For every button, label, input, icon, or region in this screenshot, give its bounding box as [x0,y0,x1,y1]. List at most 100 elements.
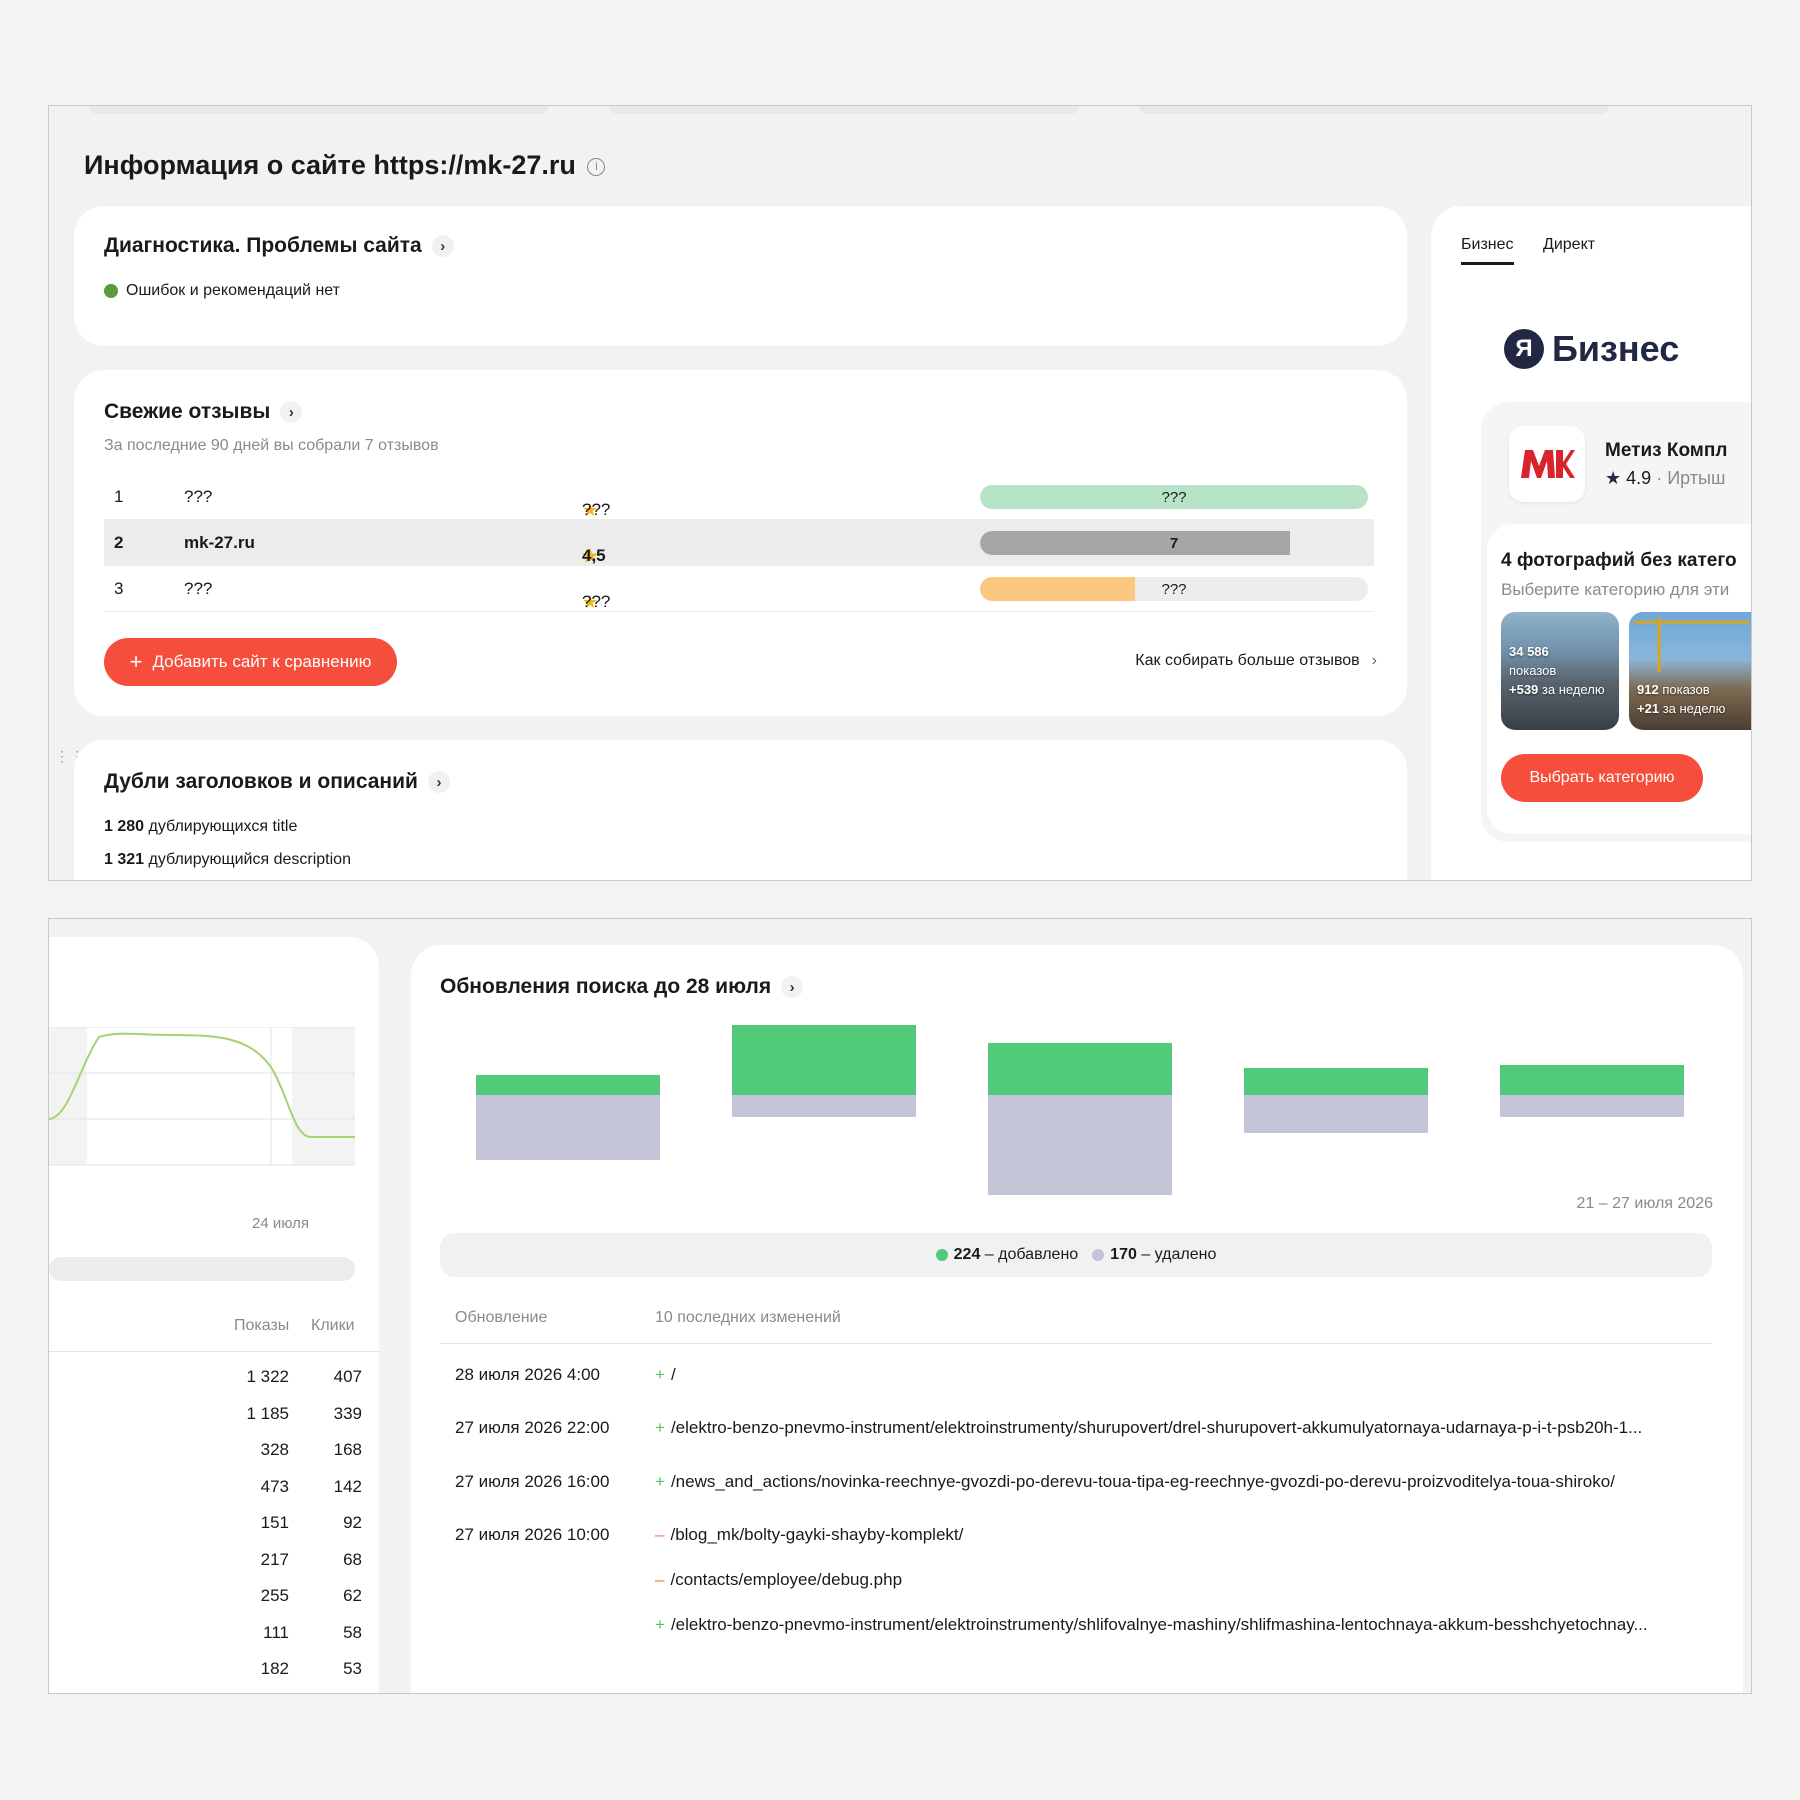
review-count: ??? [1161,489,1187,506]
col-update-header: Обновление [455,1309,548,1326]
change-sign: + [655,1418,665,1437]
change-item[interactable]: + /elektro-benzo-pnevmo-instrument/elektr… [655,1418,1642,1438]
added-count: 224 [953,1246,981,1263]
status-dot-icon [104,283,118,298]
site-name: ??? [184,487,213,506]
chevron-right-icon[interactable]: › [280,401,303,424]
change-item[interactable]: + /elektro-benzo-pnevmo-instrument/elektr… [655,1615,1648,1635]
clicks-value: 68 [343,1549,362,1569]
duplicates-card: Дубли заголовков и описаний › 1 280 дубли… [74,740,1407,880]
clicks-value: 142 [333,1476,362,1496]
company-name[interactable]: Метиз Компл [1605,440,1727,462]
rating-value: 4,5 [582,546,606,565]
clicks-value: 53 [343,1659,362,1678]
chevron-right-icon[interactable]: › [431,235,454,258]
change-path: / [670,1365,676,1384]
traffic-card: 24 июля Показы Клики 1 322 407 1 185 339 328… [49,937,379,1693]
review-bar: 7 [980,531,1368,555]
photos-subtitle: Выберите категорию для эти [1501,580,1730,599]
bar-removed[interactable] [1500,1095,1684,1117]
col-changes-header: 10 последних изменений [655,1309,841,1326]
bar-removed[interactable] [732,1095,916,1117]
choose-category-button[interactable]: Выбрать категорию [1501,754,1703,802]
photo-shows-label: показов [1509,663,1557,678]
change-path: /news_and_actions/novinka-reechnye-gvozd… [670,1472,1615,1491]
bar-removed[interactable] [476,1095,660,1160]
clicks-value: 58 [343,1622,362,1642]
photos-title: 4 фотографий без катего [1501,550,1737,571]
chevron-right-icon[interactable]: › [781,976,804,999]
shows-value: 182 [260,1659,289,1678]
more-reviews-link[interactable]: Как собирать больше отзывов › [1135,652,1377,670]
bar-added[interactable] [1244,1068,1428,1095]
chart-weekend-band [49,1027,87,1165]
change-item[interactable]: –/blog_mk/bolty-gayki-shayby-komplekt/ [655,1525,963,1545]
logo-letter: Я [1515,335,1533,362]
table-row: 1 ??? ★ ??? ??? [104,474,1374,520]
shows-value: 255 [260,1586,289,1605]
choose-category-label: Выбрать категорию [1529,769,1675,786]
photo-thumbnail[interactable]: 912 показов +21 за неделю [1629,612,1751,730]
review-count: ??? [1161,581,1187,598]
more-reviews-text: Как собирать больше отзывов [1135,652,1360,669]
duplicate-desc-label: дублирующийся description [148,851,351,868]
removed-dot-icon [1092,1249,1105,1261]
rank: 2 [114,533,124,552]
search-updates-title[interactable]: Обновления поиска до 28 июля › [440,975,804,999]
ghost-tab [1139,106,1609,114]
bar-added[interactable] [1500,1065,1684,1095]
review-bar: ??? [980,577,1368,601]
reviews-subtitle: За последние 90 дней вы собрали 7 отзыво… [104,437,439,454]
bar-removed[interactable] [988,1095,1172,1195]
col-shows-header: Показы [234,1317,290,1334]
divider [49,1351,379,1352]
clicks-value: 62 [343,1586,362,1605]
shows-value: 217 [260,1549,289,1569]
photo-stats: 912 показов +21 за неделю [1637,680,1725,718]
shows-value: 328 [260,1440,289,1459]
tab-business[interactable]: Бизнес [1461,236,1514,265]
bar-added[interactable] [732,1025,916,1095]
company-rating: ★ 4.9 · Иртыш [1605,468,1726,488]
search-updates-card: Обновления поиска до 28 июля › 21 – 27 ию… [411,945,1743,1693]
update-date: 27 июля 2026 22:00 [455,1418,610,1437]
ghost-tab [89,106,549,114]
rating-value: ??? [582,500,611,519]
tab-direct[interactable]: Директ [1543,236,1595,254]
photo-shows-label: показов [1662,682,1710,697]
chart-period: 21 – 27 июля 2026 [1576,1195,1713,1212]
change-item[interactable]: + / [655,1365,676,1385]
chevron-right-icon: › [1371,652,1377,669]
duplicate-desc-stat: 1 321 дублирующийся description [104,851,351,869]
bar-added[interactable] [988,1043,1172,1095]
diagnostics-status-text: Ошибок и рекомендаций нет [126,282,340,299]
search-updates-chart [476,1025,1684,1195]
ghost-tab [609,106,1079,114]
change-item[interactable]: + /news_and_actions/novinka-reechnye-gvoz… [655,1472,1615,1492]
plus-icon: + [129,649,143,674]
reviews-title[interactable]: Свежие отзывы › [104,400,303,424]
bar-added[interactable] [476,1075,660,1095]
chart-weekend-band [292,1027,355,1165]
info-icon[interactable]: i [587,157,606,176]
add-site-compare-label: Добавить сайт к сравнению [152,652,372,671]
tab-direct-label: Директ [1543,236,1596,253]
change-item[interactable]: –/contacts/employee/debug.php [655,1570,902,1590]
add-site-compare-button[interactable]: + Добавить сайт к сравнению [104,638,397,686]
photo-thumbnail[interactable]: 34 586 показов +539 за неделю [1501,612,1619,730]
business-sidebar: Бизнес Директ Я Бизнес Метиз Компл ★ 4.9… [1431,206,1751,880]
added-label: – добавлено [984,1246,1079,1263]
bar-removed[interactable] [1244,1095,1428,1133]
duplicates-title[interactable]: Дубли заголовков и описаний › [104,770,450,794]
company-card: Метиз Компл ★ 4.9 · Иртыш 4 фотографий б… [1481,402,1751,842]
logo-text: Бизнес [1552,328,1680,369]
chevron-right-icon[interactable]: › [427,771,450,794]
duplicate-titles-count: 1 280 [104,818,145,835]
change-sign: – [655,1525,665,1544]
diagnostics-title[interactable]: Диагностика. Проблемы сайта › [104,234,454,258]
clicks-value: 168 [333,1440,362,1459]
traffic-line-chart [49,1027,355,1166]
shows-value: 111 [263,1622,289,1642]
chart-scroller[interactable] [49,1257,355,1281]
shows-value: 473 [260,1476,289,1496]
